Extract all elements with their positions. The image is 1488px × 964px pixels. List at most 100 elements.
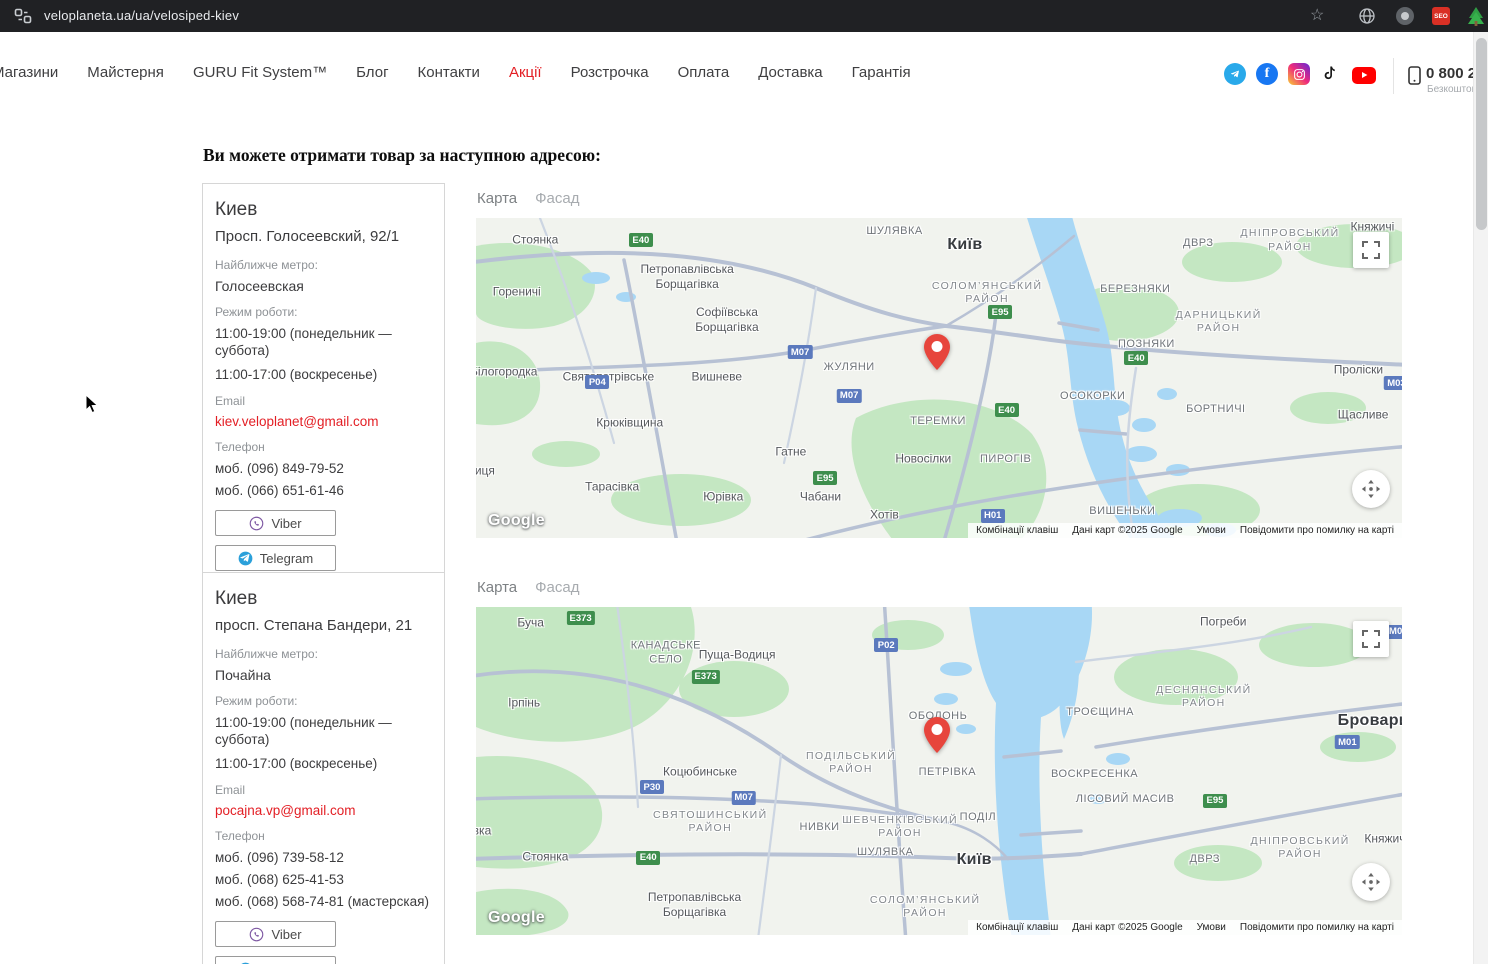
tab-facade[interactable]: Фасад bbox=[535, 579, 579, 596]
tab-map[interactable]: Карта bbox=[477, 579, 517, 596]
google-logo[interactable]: Google bbox=[488, 909, 545, 927]
metro-value: Почайна bbox=[215, 666, 271, 683]
map-place-label: Княжичі bbox=[1364, 831, 1402, 846]
store-city: Киев bbox=[215, 199, 258, 220]
nav-item[interactable]: Майстерня bbox=[87, 64, 164, 81]
map-label-layer: Стоянка Шулявка Київ Дніпровський район Княж… bbox=[476, 218, 1402, 538]
map-place-label: Троєщина bbox=[1066, 706, 1134, 719]
google-logo[interactable]: Google bbox=[488, 512, 545, 530]
nav-item[interactable]: Контакти bbox=[418, 64, 480, 81]
viber-button[interactable]: Viber bbox=[215, 510, 336, 537]
map-place-label: Петропавлівська Борщагівка bbox=[647, 890, 742, 920]
road-badge: E373 bbox=[691, 669, 720, 684]
email-label: Email bbox=[215, 394, 246, 409]
map-place-label: Деснянський район bbox=[1156, 684, 1252, 710]
nav-item[interactable]: Гарантія bbox=[852, 64, 911, 81]
map-view-tabs: Карта Фасад bbox=[477, 190, 579, 207]
map-place-label: Чабани bbox=[799, 489, 842, 504]
road-badge: E40 bbox=[994, 403, 1019, 417]
map-place-label: Гатне bbox=[775, 444, 807, 459]
store-card: Киев просп. Степана Бандери, 21 Найближч… bbox=[202, 572, 445, 964]
tiktok-icon[interactable] bbox=[1320, 63, 1342, 85]
page-title: Ви можете отримати товар за наступною ад… bbox=[203, 145, 601, 165]
facebook-icon[interactable]: f bbox=[1256, 63, 1278, 85]
tab-map[interactable]: Карта bbox=[477, 190, 517, 207]
keyboard-shortcuts-link[interactable]: Комбінації клавіш bbox=[976, 525, 1058, 536]
telegram-button[interactable]: Telegram bbox=[215, 545, 336, 572]
map-place-label: Тарасівка bbox=[585, 479, 640, 494]
fullscreen-icon bbox=[1362, 630, 1380, 648]
viber-button[interactable]: Viber bbox=[215, 921, 336, 948]
map-place-label: Новосілки bbox=[895, 451, 952, 466]
bookmark-star-icon[interactable]: ☆ bbox=[1310, 5, 1324, 25]
pan-control[interactable] bbox=[1352, 863, 1390, 901]
road-badge: M07 bbox=[836, 388, 862, 403]
store-email-link[interactable]: pocajna.vp@gmail.com bbox=[215, 803, 432, 818]
store-card: Киев Просп. Голосеевский, 92/1 Найближче… bbox=[202, 183, 445, 587]
road-badge: E40 bbox=[636, 850, 661, 865]
map-place-label: Подільський район bbox=[805, 749, 897, 775]
map-marker-pin[interactable] bbox=[924, 716, 951, 758]
viber-button-label: Viber bbox=[271, 515, 302, 531]
pan-control[interactable] bbox=[1352, 470, 1390, 508]
road-badge: M07 bbox=[787, 345, 813, 360]
seo-extension-icon[interactable]: SEO bbox=[1432, 7, 1450, 25]
terms-link[interactable]: Умови bbox=[1197, 922, 1226, 933]
map-place-label: Погреби bbox=[1200, 614, 1247, 629]
road-badge: M03 bbox=[1384, 376, 1402, 391]
map-place-label: ДВРЗ bbox=[1189, 853, 1221, 866]
globe-icon[interactable] bbox=[1358, 7, 1376, 25]
map-place-label: Буча bbox=[517, 615, 544, 630]
keyboard-shortcuts-link[interactable]: Комбінації клавіш bbox=[976, 922, 1058, 933]
map-attribution: Комбінації клавіш Дані карт ©2025 Google… bbox=[968, 523, 1402, 538]
store-email-link[interactable]: kiev.veloplanet@gmail.com bbox=[215, 414, 432, 429]
map-place-label: Київ bbox=[956, 850, 992, 868]
map-canvas[interactable]: Буча Канадське Село Пуща-Водиця Погреби Ірпі… bbox=[476, 607, 1402, 935]
map-place-label: Білогородка bbox=[476, 364, 538, 379]
map-place-label: Проліски bbox=[1333, 362, 1384, 377]
telegram-button-label: Telegram bbox=[259, 550, 314, 566]
nav-item[interactable]: Магазини bbox=[0, 64, 58, 81]
instagram-icon[interactable] bbox=[1288, 63, 1310, 85]
telegram-icon[interactable] bbox=[1224, 63, 1246, 85]
map-place-label: Пирогів bbox=[980, 453, 1032, 466]
viber-icon bbox=[250, 927, 264, 942]
site-settings-icon[interactable] bbox=[14, 7, 32, 25]
store-phone: моб. (068) 568-74-81 (мастерская) bbox=[215, 894, 429, 910]
road-badge: E95 bbox=[813, 471, 838, 486]
report-error-link[interactable]: Повідомити про помилку на карті bbox=[1240, 922, 1394, 933]
store-city: Киев bbox=[215, 588, 258, 609]
tab-facade[interactable]: Фасад bbox=[535, 190, 579, 207]
scrollbar-thumb[interactable] bbox=[1476, 38, 1487, 230]
extension-icon[interactable] bbox=[1396, 7, 1414, 25]
divider bbox=[1393, 58, 1394, 94]
nav-item[interactable]: Блог bbox=[356, 64, 388, 81]
nav-item[interactable]: GURU Fit System™ bbox=[193, 64, 327, 81]
map-place-label: ДВРЗ bbox=[1183, 236, 1214, 249]
report-error-link[interactable]: Повідомити про помилку на карті bbox=[1240, 525, 1394, 536]
fullscreen-button[interactable] bbox=[1353, 232, 1389, 268]
hours-label: Режим роботи: bbox=[215, 693, 298, 708]
metro-label: Найближче метро: bbox=[215, 257, 318, 272]
nav-item[interactable]: Акції bbox=[509, 64, 542, 81]
road-badge: E95 bbox=[1202, 793, 1227, 808]
nav-item[interactable]: Розстрочка bbox=[571, 64, 649, 81]
map-place-label: Дніпровський район bbox=[1240, 227, 1340, 253]
map-marker-pin[interactable] bbox=[924, 333, 951, 375]
youtube-icon[interactable] bbox=[1352, 66, 1376, 84]
road-badge: E95 bbox=[988, 305, 1013, 320]
url-text[interactable]: veloplaneta.ua/ua/velosiped-kiev bbox=[44, 8, 239, 23]
phone-icon bbox=[1408, 66, 1421, 85]
nav-item[interactable]: Доставка bbox=[758, 64, 822, 81]
map-canvas[interactable]: Стоянка Шулявка Київ Дніпровський район Княж… bbox=[476, 218, 1402, 538]
map-data-text: Дані карт ©2025 Google bbox=[1072, 922, 1183, 933]
terms-link[interactable]: Умови bbox=[1197, 525, 1226, 536]
map-place-label: Нивки bbox=[799, 821, 840, 834]
road-badge: E373 bbox=[566, 611, 595, 626]
road-badge: P30 bbox=[639, 780, 664, 795]
map-place-label: Позняки bbox=[1118, 338, 1175, 351]
telegram-button[interactable]: Telegram bbox=[215, 956, 336, 964]
nav-item[interactable]: Оплата bbox=[678, 64, 730, 81]
fullscreen-button[interactable] bbox=[1353, 621, 1389, 657]
tree-extension-icon[interactable] bbox=[1466, 6, 1486, 26]
